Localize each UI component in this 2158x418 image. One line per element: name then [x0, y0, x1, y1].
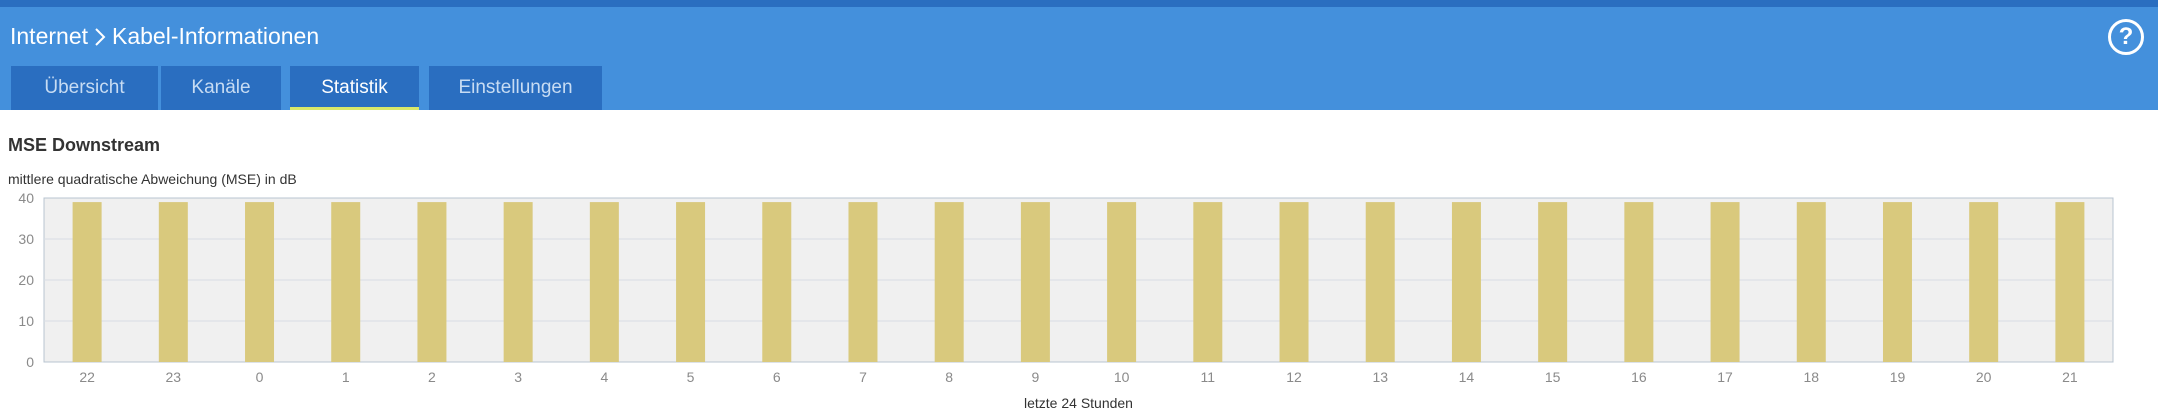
bar: [1538, 202, 1568, 362]
x-tick-label: 12: [1286, 369, 1302, 385]
x-tick-label: 7: [859, 369, 867, 385]
bar: [72, 202, 102, 362]
top-strip: [0, 0, 2158, 7]
x-tick-label: 11: [1201, 369, 1216, 385]
chart-subtitle: mittlere quadratische Abweichung (MSE) i…: [8, 171, 297, 187]
bar: [1107, 202, 1137, 362]
bar: [1882, 202, 1912, 362]
bar: [762, 202, 792, 362]
x-tick-label: 0: [256, 369, 264, 385]
x-tick-label: 17: [1717, 369, 1733, 385]
x-tick-label: 3: [514, 369, 522, 385]
bar: [503, 202, 533, 362]
x-tick-label: 13: [1372, 369, 1388, 385]
bar: [158, 202, 188, 362]
bar: [589, 202, 619, 362]
x-tick-label: 19: [1890, 369, 1906, 385]
x-tick-label: 10: [1114, 369, 1130, 385]
help-icon[interactable]: ?: [2108, 19, 2144, 55]
y-tick-label: 30: [18, 231, 34, 247]
tab-einstellungen[interactable]: Einstellungen: [429, 66, 602, 110]
breadcrumb-parent-link[interactable]: Internet: [10, 23, 88, 50]
bar: [331, 202, 361, 362]
x-tick-label: 1: [342, 369, 350, 385]
bar: [934, 202, 964, 362]
y-tick-label: 40: [18, 190, 34, 206]
bar: [1796, 202, 1826, 362]
x-tick-label: 4: [600, 369, 608, 385]
bar: [417, 202, 447, 362]
bar: [848, 202, 878, 362]
bar: [245, 202, 275, 362]
header-bar: Internet Kabel-Informationen ? Übersicht…: [0, 7, 2158, 110]
bar: [1624, 202, 1654, 362]
x-tick-label: 8: [945, 369, 953, 385]
section-title: MSE Downstream: [8, 135, 161, 155]
bar: [1365, 202, 1395, 362]
tab-statistik[interactable]: Statistik: [290, 66, 419, 110]
mse-bar-chart: 01020304022 23 0 1 2 3 4 5 6 7 8 9 10 11 12 13 14 15 16 17 1…: [18, 190, 2114, 411]
chevron-right-icon: [95, 27, 106, 46]
bar: [1451, 202, 1481, 362]
bar: [1969, 202, 1999, 362]
bar: [1193, 202, 1223, 362]
x-tick-label: 2: [428, 369, 436, 385]
y-tick-label: 20: [18, 272, 34, 288]
x-tick-label: 6: [773, 369, 781, 385]
bar: [1020, 202, 1050, 362]
x-tick-label: 9: [1031, 369, 1039, 385]
x-axis-label: letzte 24 Stunden: [1024, 395, 1133, 411]
x-tick-label: 23: [166, 369, 182, 385]
x-tick-label: 20: [1976, 369, 1992, 385]
x-tick-label: 15: [1545, 369, 1561, 385]
bar: [2055, 202, 2085, 362]
x-tick-label: 5: [687, 369, 695, 385]
bar: [1279, 202, 1309, 362]
x-tick-label: 18: [1803, 369, 1819, 385]
bar: [1710, 202, 1740, 362]
x-tick-label: 22: [79, 369, 95, 385]
breadcrumb-current: Kabel-Informationen: [112, 23, 320, 49]
breadcrumb: Internet Kabel-Informationen: [10, 23, 319, 50]
y-tick-label: 0: [26, 354, 34, 370]
y-tick-label: 10: [18, 313, 34, 329]
tab-uebersicht[interactable]: Übersicht: [11, 66, 158, 110]
x-tick-label: 21: [2062, 369, 2078, 385]
bar: [676, 202, 706, 362]
x-tick-label: 14: [1459, 369, 1475, 385]
x-tick-label: 16: [1631, 369, 1647, 385]
tab-kanaele[interactable]: Kanäle: [161, 66, 281, 110]
